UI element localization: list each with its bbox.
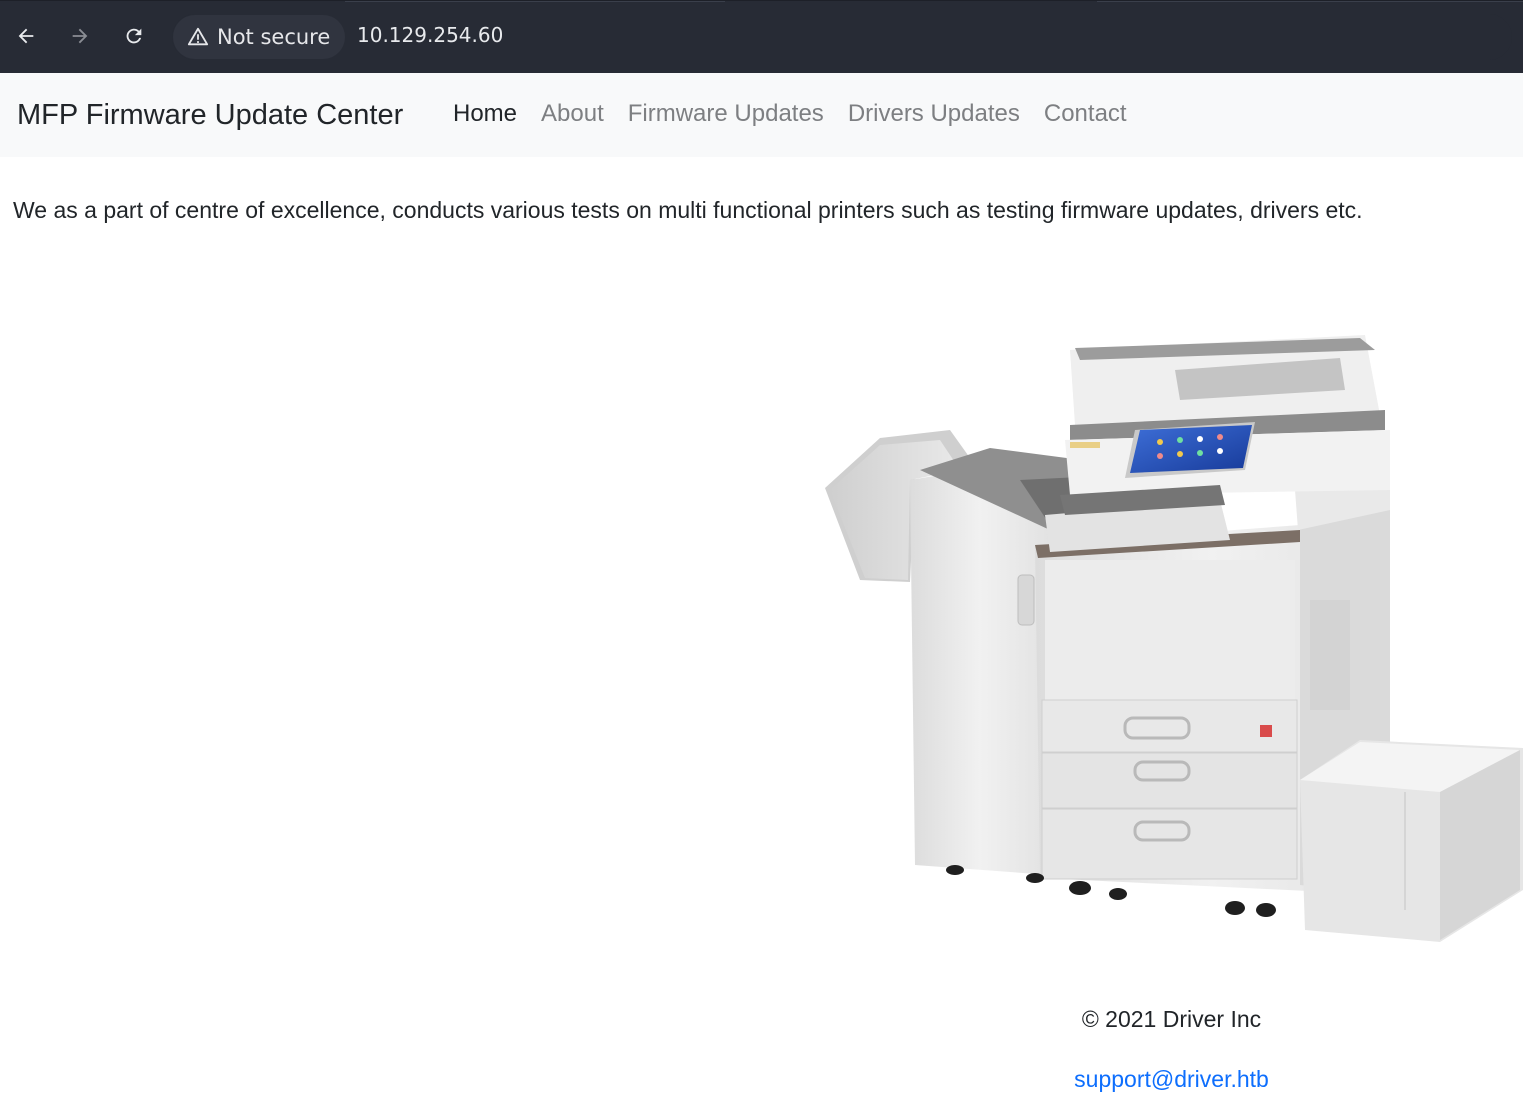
tab-divider [1097,1,1523,2]
nav-links: Home About Firmware Updates Drivers Upda… [453,100,1151,128]
reload-icon[interactable] [119,21,149,51]
site-navbar: MFP Firmware Update Center Home About Fi… [0,73,1523,157]
nav-link-contact[interactable]: Contact [1044,100,1127,128]
nav-link-drivers-updates[interactable]: Drivers Updates [848,100,1020,128]
footer-copyright: © 2021 Driver Inc [1081,1006,1262,1032]
forward-arrow-icon[interactable] [65,21,95,51]
footer-email-link[interactable]: support@driver.htb [0,1066,1523,1093]
tab-divider [345,1,725,2]
intro-text: We as a part of centre of excellence, co… [13,197,1363,223]
nav-link-firmware-updates[interactable]: Firmware Updates [628,100,824,128]
security-label: Not secure [217,25,331,49]
back-arrow-icon[interactable] [11,21,41,51]
site-brand[interactable]: MFP Firmware Update Center [17,99,403,132]
url-text[interactable]: 10.129.254.60 [357,23,503,47]
nav-link-about[interactable]: About [541,100,604,128]
warning-icon [187,27,209,46]
printer-image [825,335,1523,942]
nav-link-home[interactable]: Home [453,100,517,128]
browser-toolbar: Not secure 10.129.254.60 [0,0,1523,73]
security-indicator[interactable]: Not secure [173,15,345,59]
